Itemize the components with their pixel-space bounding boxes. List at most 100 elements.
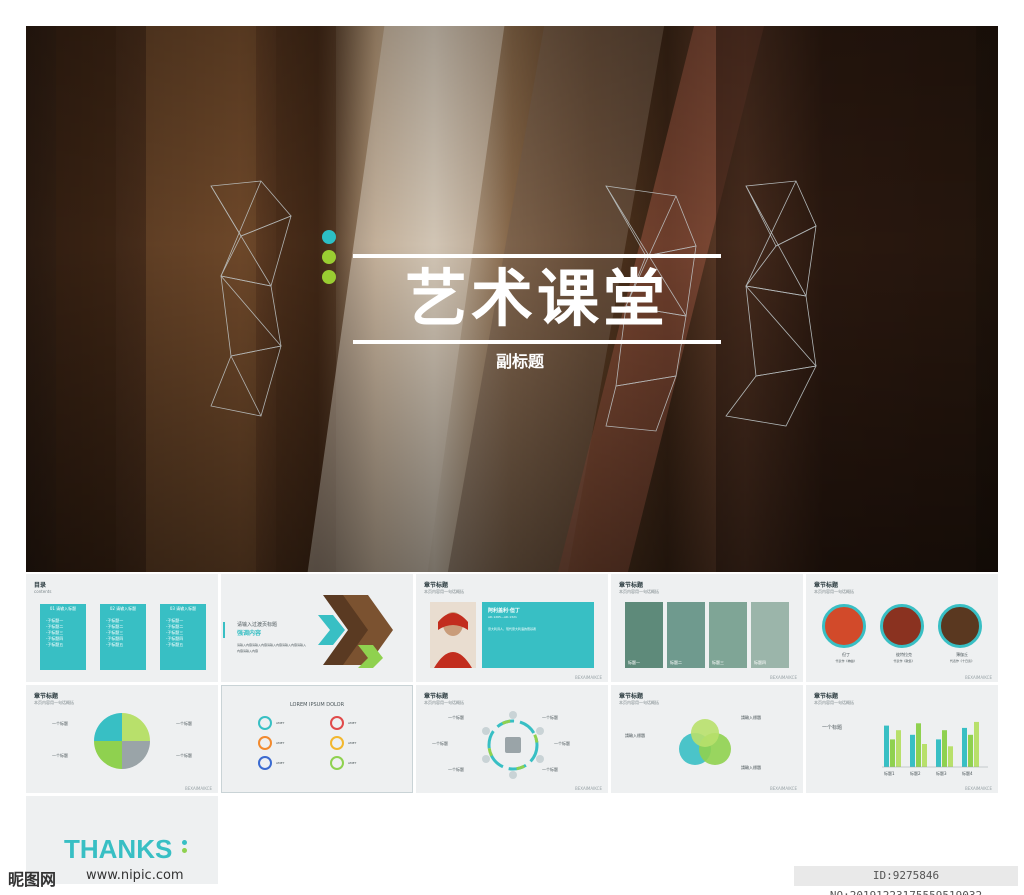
thumb-contents[interactable]: 目录 contents 01 请输入标题 ·子标题一 ·子标题二 ·子标题三 ·… xyxy=(26,574,218,682)
bar xyxy=(884,725,889,767)
thumb-pie[interactable]: 章节标题 本页内容用一句话概括 一个标题 一个标题 一个标题 一个标题 BEXA… xyxy=(26,685,218,793)
accent-dot xyxy=(182,840,187,845)
dante-portrait xyxy=(430,602,476,668)
ring-icon xyxy=(258,716,272,730)
contents-column: 02 请输入标题 ·子标题一 ·子标题二 ·子标题三 ·子标题四 ·子标题五 xyxy=(100,604,146,670)
venn-label: 請輸入標題 xyxy=(625,733,645,738)
column-label: 01 请输入标题 xyxy=(49,606,77,611)
poster-page: 艺术课堂 副标题 目录 contents 01 请输入标题 ·子标题一 ·子标题… xyxy=(0,0,1024,895)
thumb-transition[interactable]: 请输入过渡页标题 强调内容 请输入内容请输入内容请输入内容请输入内容请输入内容请… xyxy=(221,574,413,682)
thumb-header: 章节标题 本页内容用一句话概括 xyxy=(424,580,464,595)
bar xyxy=(968,734,973,767)
site-url[interactable]: www.nipic.com xyxy=(86,868,184,883)
bar xyxy=(936,739,941,767)
thumb-title: 章节标题 xyxy=(814,693,839,700)
thumb-header: 章节标题 本页内容用一句话概括 xyxy=(814,580,854,595)
ring-icon xyxy=(258,736,272,750)
dante-body: 意大利诗人，现代意大利语的奠基者 xyxy=(488,627,537,631)
ring-icon xyxy=(330,736,344,750)
title-top-rule xyxy=(353,254,721,258)
thumb-cycle[interactable]: 章节标题 本页内容用一句话概括 一个标题 一个标题 一个标题 一个标题 一个标题… xyxy=(416,685,608,793)
hero-subtitle: 副标题 xyxy=(495,352,544,371)
gallery-image: 标题二 xyxy=(667,602,705,668)
image-id-label: ID:9275846 NO:20191223175559519032 xyxy=(794,866,1018,895)
dante-info-panel: 阿利盖利·但丁 AD.1265—AD.1321 意大利诗人，现代意大利语的奠基者 xyxy=(482,602,594,668)
gallery-caption: 标题四 xyxy=(754,660,766,665)
amet-label: AMET xyxy=(276,761,285,765)
dante-years: AD.1265—AD.1321 xyxy=(488,615,517,619)
mini-bar-chart: 标题1 标题2 标题3 标题4 xyxy=(882,721,988,776)
thumb-subtitle: 本页内容用一句话概括 xyxy=(814,589,854,594)
thumb-dante[interactable]: 章节标题 本页内容用一句话概括 阿利盖利·但丁 AD.1265—AD.1321 … xyxy=(416,574,608,682)
thumb-subtitle: 本页内容用一句话概括 xyxy=(34,700,74,705)
thumb-title: 章节标题 xyxy=(619,693,644,700)
thumb-subtitle: contents xyxy=(34,589,52,594)
gallery-image: 标题四 xyxy=(751,602,789,668)
thumb-title: 章节标题 xyxy=(34,693,59,700)
brand-mark: BEXAIMAIKCE xyxy=(964,786,992,791)
hero-title: 艺术课堂 xyxy=(404,262,669,335)
gallery-image: 标题一 xyxy=(625,602,663,668)
accent-dot xyxy=(322,250,336,264)
transition-body: 请输入内容请输入内容请输入内容请输入内容请输入内容请输入内容 xyxy=(237,643,307,653)
bar xyxy=(890,739,895,767)
accent-dot xyxy=(322,270,336,284)
portrait-icon xyxy=(430,602,476,668)
ring-icon xyxy=(330,716,344,730)
site-logo: 昵图网 xyxy=(8,870,57,889)
segmented-circle-graphic xyxy=(94,713,150,769)
thumb-title: 章节标题 xyxy=(424,693,449,700)
polygon-letter-decoration xyxy=(210,180,292,417)
bar xyxy=(942,730,947,767)
amet-label: AMET xyxy=(348,761,357,765)
thumb-subtitle: 本页内容用一句话概括 xyxy=(814,700,854,705)
gallery-caption: 标题二 xyxy=(670,660,682,665)
bar-category-label: 标题4 xyxy=(962,770,973,776)
thumb-subtitle: 本页内容用一句话概括 xyxy=(424,589,464,594)
ring-icon xyxy=(258,756,272,770)
thumb-title: 章节标题 xyxy=(424,582,449,589)
thumb-bar-chart[interactable]: 章节标题 本页内容用一句话概括 一个标题 标题1 标题2 标题3 标题4 BEXAIM… xyxy=(806,685,998,793)
column-label: 02 请输入标题 xyxy=(109,606,137,611)
brand-mark: BEXAIMAIKCE xyxy=(184,786,212,791)
pie-label: 一个标题 xyxy=(176,753,192,758)
amet-label: AMET xyxy=(276,741,285,745)
pie-label: 一个标题 xyxy=(52,721,68,726)
amet-label: AMET xyxy=(348,721,357,725)
cycle-label: 一个标题 xyxy=(448,715,464,720)
thanks-text: THANKS xyxy=(64,834,173,864)
portrait-work: 代表作《歌集》 xyxy=(893,659,915,663)
column-label: 03 请输入标题 xyxy=(169,606,197,611)
cycle-diagram xyxy=(482,711,544,779)
thumb-header: 章节标题 本页内容用一句话概括 xyxy=(814,691,854,706)
title-bottom-rule xyxy=(353,340,721,344)
polygon-letter-decoration xyxy=(725,180,817,427)
hero-title-block: 艺术课堂 xyxy=(353,254,721,344)
brand-mark: BEXAIMAIKCE xyxy=(769,786,797,791)
cycle-label: 一个标题 xyxy=(542,767,558,772)
bar xyxy=(974,721,979,767)
amet-label: AMET xyxy=(348,741,357,745)
column-item: ·子标题五 xyxy=(166,642,184,647)
accent-dot xyxy=(182,848,187,853)
contents-column: 01 请输入标题 ·子标题一 ·子标题二 ·子标题三 ·子标题四 ·子标题五 xyxy=(40,604,86,670)
portrait-circle xyxy=(938,604,982,648)
venn-diagram xyxy=(679,719,731,765)
cycle-label: 一个标题 xyxy=(448,767,464,772)
thumb-gallery[interactable]: 章节标题 本页内容用一句话概括 标题一 标题二 标题三 标题四 BEXAIMAI… xyxy=(611,574,803,682)
portrait-work: 代表作《神曲》 xyxy=(835,659,857,663)
thumb-subtitle: 本页内容用一句话概括 xyxy=(424,700,464,705)
thumb-title: 章节标题 xyxy=(814,582,839,589)
pie-label: 一个标题 xyxy=(52,753,68,758)
thumb-lorem[interactable]: LOREM IPSUM DOLOR AMET AMET AMET AMET AM… xyxy=(221,685,413,793)
bar xyxy=(910,734,915,767)
bar xyxy=(922,744,927,767)
bar xyxy=(962,727,967,767)
brand-mark: BEXAIMAIKCE xyxy=(574,675,602,680)
brand-mark: BEXAIMAIKCE xyxy=(964,675,992,680)
arrow-chevrons-graphic xyxy=(318,595,393,668)
thumb-venn[interactable]: 章节标题 本页内容用一句话概括 請輸入標題 請輸入標題 請輸入標題 BEXAIM… xyxy=(611,685,803,793)
thumb-portraits[interactable]: 章节标题 本页内容用一句话概括 但丁 代表作《神曲》 彼特拉克 代表作《歌集》 … xyxy=(806,574,998,682)
thumb-title: 章节标题 xyxy=(619,582,644,589)
cycle-label: 一个标题 xyxy=(554,741,570,746)
